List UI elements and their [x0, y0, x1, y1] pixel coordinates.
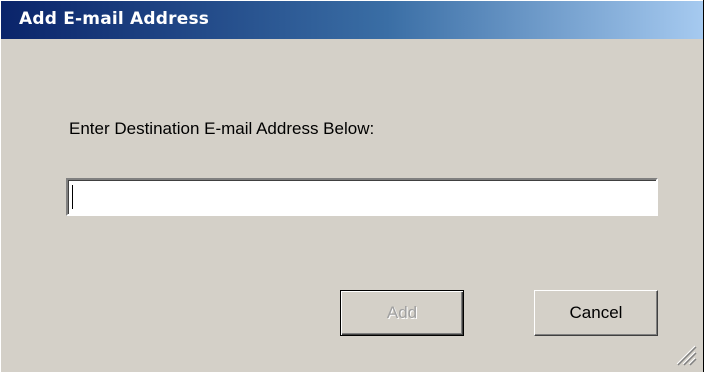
email-prompt-label: Enter Destination E-mail Address Below:	[69, 119, 375, 138]
cancel-button[interactable]: Cancel	[534, 290, 658, 336]
add-email-dialog: Add E-mail Address Enter Destination E-m…	[0, 0, 703, 372]
email-address-input[interactable]	[66, 178, 658, 216]
dialog-title: Add E-mail Address	[19, 9, 210, 29]
add-button[interactable]: Add	[340, 290, 464, 336]
title-bar[interactable]: Add E-mail Address	[1, 1, 703, 39]
text-caret	[72, 185, 73, 209]
resize-grip-icon[interactable]	[673, 342, 697, 366]
